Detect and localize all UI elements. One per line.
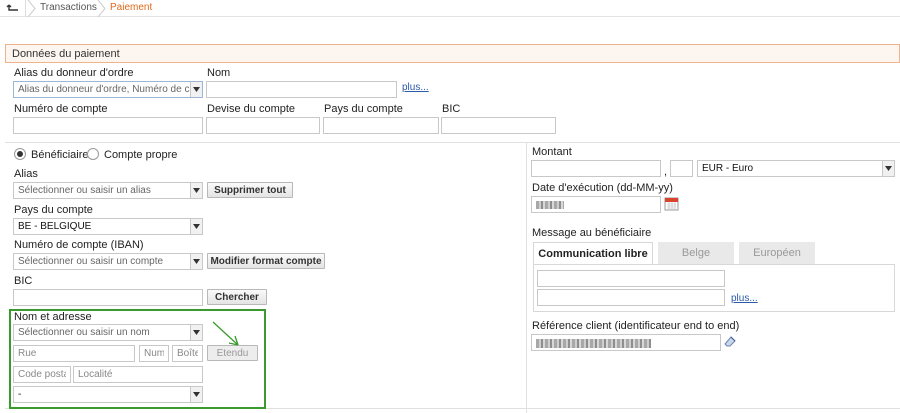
execution-date-label: Date d'exécution (dd-MM-yy) [532,182,673,194]
iban-label: Numéro de compte (IBAN) [14,239,144,251]
blurred-date [536,201,564,209]
radio-own-account-label: Compte propre [104,149,178,161]
eraser-icon[interactable] [723,334,737,348]
chevron-down-icon [190,254,202,269]
chevron-down-icon [190,183,202,198]
beneficiary-alias-select[interactable]: Sélectionner ou saisir un alias [13,182,203,199]
back-button[interactable] [0,0,26,17]
donor-currency-input[interactable] [206,117,320,134]
blurred-reference [536,339,651,348]
breadcrumb-transactions[interactable]: Transactions [40,2,97,13]
modify-format-button[interactable]: Modifier format compte [207,253,325,269]
execution-date-input[interactable] [531,196,661,213]
chevron-down-icon [882,161,894,176]
search-button[interactable]: Chercher [207,289,267,305]
iban-placeholder: Sélectionner ou saisir un compte [18,256,164,267]
beneficiary-country-value: BE - BELGIQUE [18,221,92,232]
message-line-1-input[interactable] [537,270,725,287]
message-more-link[interactable]: plus... [731,293,758,304]
section-divider [5,142,900,143]
breadcrumb-separator-icon [97,0,106,17]
donor-name-input[interactable] [206,81,397,98]
amount-separator: , [664,166,668,178]
reference-input[interactable] [531,334,721,351]
radio-beneficiary-label: Bénéficiaire [31,149,89,161]
beneficiary-alias-placeholder: Sélectionner ou saisir un alias [18,185,151,196]
radio-own-account[interactable] [87,148,99,160]
message-label: Message au bénéficiaire [532,227,652,239]
amount-cents-input[interactable] [670,160,693,177]
breadcrumb-paiement: Paiement [110,2,153,13]
chevron-down-icon [190,219,202,234]
breadcrumb-separator-icon [27,0,36,17]
beneficiary-alias-label: Alias [14,168,38,180]
calendar-icon[interactable] [664,196,679,211]
donor-more-link[interactable]: plus... [402,82,429,93]
chevron-down-icon [190,82,202,97]
delete-all-button[interactable]: Supprimer tout [207,182,293,198]
radio-beneficiary[interactable] [14,148,26,160]
beneficiary-country-label: Pays du compte [14,204,93,216]
donor-bic-input[interactable] [441,117,556,134]
donor-account-input[interactable] [13,117,203,134]
message-line-2-input[interactable] [537,289,725,306]
beneficiary-country-select[interactable]: BE - BELGIQUE [13,218,203,235]
beneficiary-bic-input[interactable] [13,289,203,306]
amount-label: Montant [532,146,572,158]
beneficiary-bic-label: BIC [14,275,33,287]
donor-country-label: Pays du compte [324,103,403,115]
donor-currency-label: Devise du compte [207,103,296,115]
reference-label: Référence client (identificateur end to … [532,320,740,332]
donor-alias-select[interactable]: Alias du donneur d'ordre, Numéro de comp… [13,81,203,98]
donor-country-input[interactable] [323,117,439,134]
currency-select[interactable]: EUR - Euro [697,160,895,177]
donor-alias-label: Alias du donneur d'ordre [14,67,134,79]
donor-bic-label: BIC [442,103,461,115]
tab-belge[interactable]: Belge [658,242,734,264]
donor-account-label: Numéro de compte [14,103,108,115]
amount-whole-input[interactable] [531,160,661,177]
section-header: Données du paiement [5,44,900,63]
donor-alias-placeholder: Alias du donneur d'ordre, Numéro de comp… [18,84,190,95]
tab-communication-libre[interactable]: Communication libre [533,242,653,264]
annotation-arrow-icon [212,321,239,346]
back-arrow-icon [6,4,18,11]
column-divider [526,142,527,413]
tab-europeen[interactable]: Européen [739,242,815,264]
iban-select[interactable]: Sélectionner ou saisir un compte [13,253,203,270]
currency-value: EUR - Euro [702,163,754,174]
donor-name-label: Nom [207,67,231,79]
